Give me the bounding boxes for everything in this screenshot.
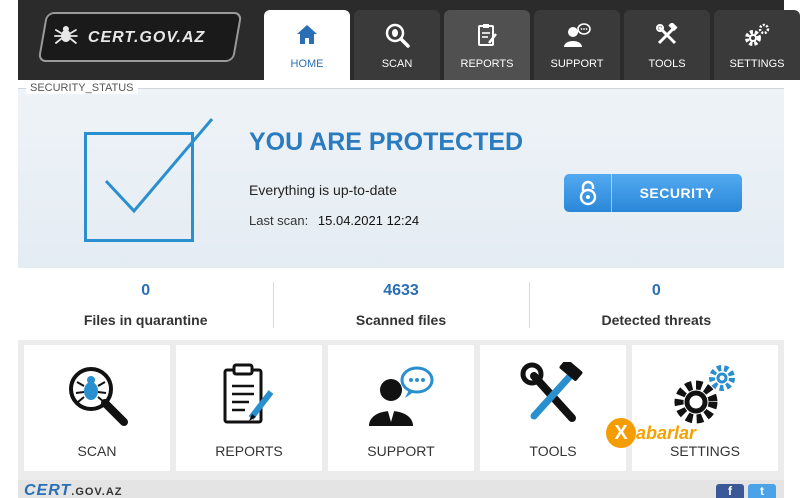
support-icon	[563, 22, 591, 48]
tab-settings-label: SETTINGS	[729, 58, 785, 70]
footer-logo-domain: .GOV.AZ	[71, 486, 123, 498]
tile-tools[interactable]: TOOLS	[480, 345, 626, 471]
tab-support-label: SUPPORT	[550, 58, 604, 70]
tools-icon	[520, 355, 586, 435]
update-status-text: Everything is up-to-date	[249, 182, 397, 198]
quick-action-tiles: SCAN REPORTS SUPPORT TOOLS SETTINGS	[24, 345, 778, 471]
tile-settings[interactable]: SETTINGS	[632, 345, 778, 471]
tab-scan-label: SCAN	[381, 58, 413, 70]
last-scan-info: Last scan: 15.04.2021 12:24	[249, 213, 419, 228]
twitter-icon[interactable]: t	[748, 484, 776, 498]
tab-home[interactable]: HOME	[264, 10, 350, 80]
tab-tools[interactable]: TOOLS	[624, 10, 710, 80]
top-navigation-bar: CERT.GOV.AZ HOME SCAN REPORTS SUPPORT TO…	[18, 0, 800, 80]
tab-scan[interactable]: SCAN	[354, 10, 440, 80]
tab-support[interactable]: SUPPORT	[534, 10, 620, 80]
main-tabs: HOME SCAN REPORTS SUPPORT TOOLS SETTINGS	[264, 10, 800, 80]
home-icon	[295, 22, 319, 48]
reports-icon	[219, 355, 279, 435]
tile-scan-label: SCAN	[77, 443, 117, 459]
footer-logo: CERT.GOV.AZ	[24, 482, 122, 498]
stat-scanned-files: 4633 Scanned files	[273, 270, 528, 340]
logo-text: CERT.GOV.AZ	[88, 28, 206, 45]
scan-bug-icon	[384, 22, 410, 48]
tile-tools-label: TOOLS	[529, 443, 577, 459]
tab-reports[interactable]: REPORTS	[444, 10, 530, 80]
stat-value: 0	[141, 282, 151, 299]
footer-bar: CERT.GOV.AZ f t	[18, 480, 784, 498]
watermark-badge: X	[606, 418, 636, 448]
stat-label: Detected threats	[601, 312, 712, 328]
section-label: SECURITY_STATUS	[26, 82, 138, 94]
stat-quarantine: 0 Files in quarantine	[18, 270, 273, 340]
footer-logo-main: CERT	[24, 482, 72, 498]
support-icon	[365, 355, 437, 435]
stat-label: Files in quarantine	[83, 312, 208, 328]
stat-label: Scanned files	[355, 312, 447, 328]
protection-title: YOU ARE PROTECTED	[249, 128, 524, 156]
watermark-logo: X abarlar	[606, 418, 696, 448]
watermark-text: abarlar	[636, 422, 697, 443]
tile-reports[interactable]: REPORTS	[176, 345, 322, 471]
security-button[interactable]: SECURITY	[564, 174, 742, 212]
tools-icon	[655, 22, 679, 48]
tab-home-label: HOME	[290, 58, 324, 70]
social-links: f t	[716, 484, 776, 498]
tile-reports-label: REPORTS	[215, 443, 283, 459]
lock-icon	[564, 174, 612, 212]
last-scan-label: Last scan:	[249, 213, 309, 228]
antivirus-app-window: CERT.GOV.AZ HOME SCAN REPORTS SUPPORT TO…	[0, 0, 800, 498]
gears-icon	[743, 22, 771, 48]
tab-tools-label: TOOLS	[648, 58, 686, 70]
facebook-icon[interactable]: f	[716, 484, 744, 498]
tab-settings[interactable]: SETTINGS	[714, 10, 800, 80]
tab-reports-label: REPORTS	[460, 58, 514, 70]
last-scan-value: 15.04.2021 12:24	[317, 213, 420, 228]
tile-support[interactable]: SUPPORT	[328, 345, 474, 471]
protected-check-icon	[84, 118, 214, 242]
tile-support-label: SUPPORT	[367, 443, 435, 459]
app-logo: CERT.GOV.AZ	[37, 12, 243, 62]
tile-scan[interactable]: SCAN	[24, 345, 170, 471]
stat-value: 0	[651, 282, 661, 299]
spider-bug-icon	[54, 23, 78, 52]
stat-value: 4633	[383, 282, 419, 299]
scan-bug-icon	[64, 355, 130, 435]
stat-detected-threats: 0 Detected threats	[528, 270, 784, 340]
security-button-label: SECURITY	[639, 185, 715, 201]
reports-icon	[476, 22, 498, 48]
stats-row: 0 Files in quarantine 4633 Scanned files…	[18, 270, 784, 340]
